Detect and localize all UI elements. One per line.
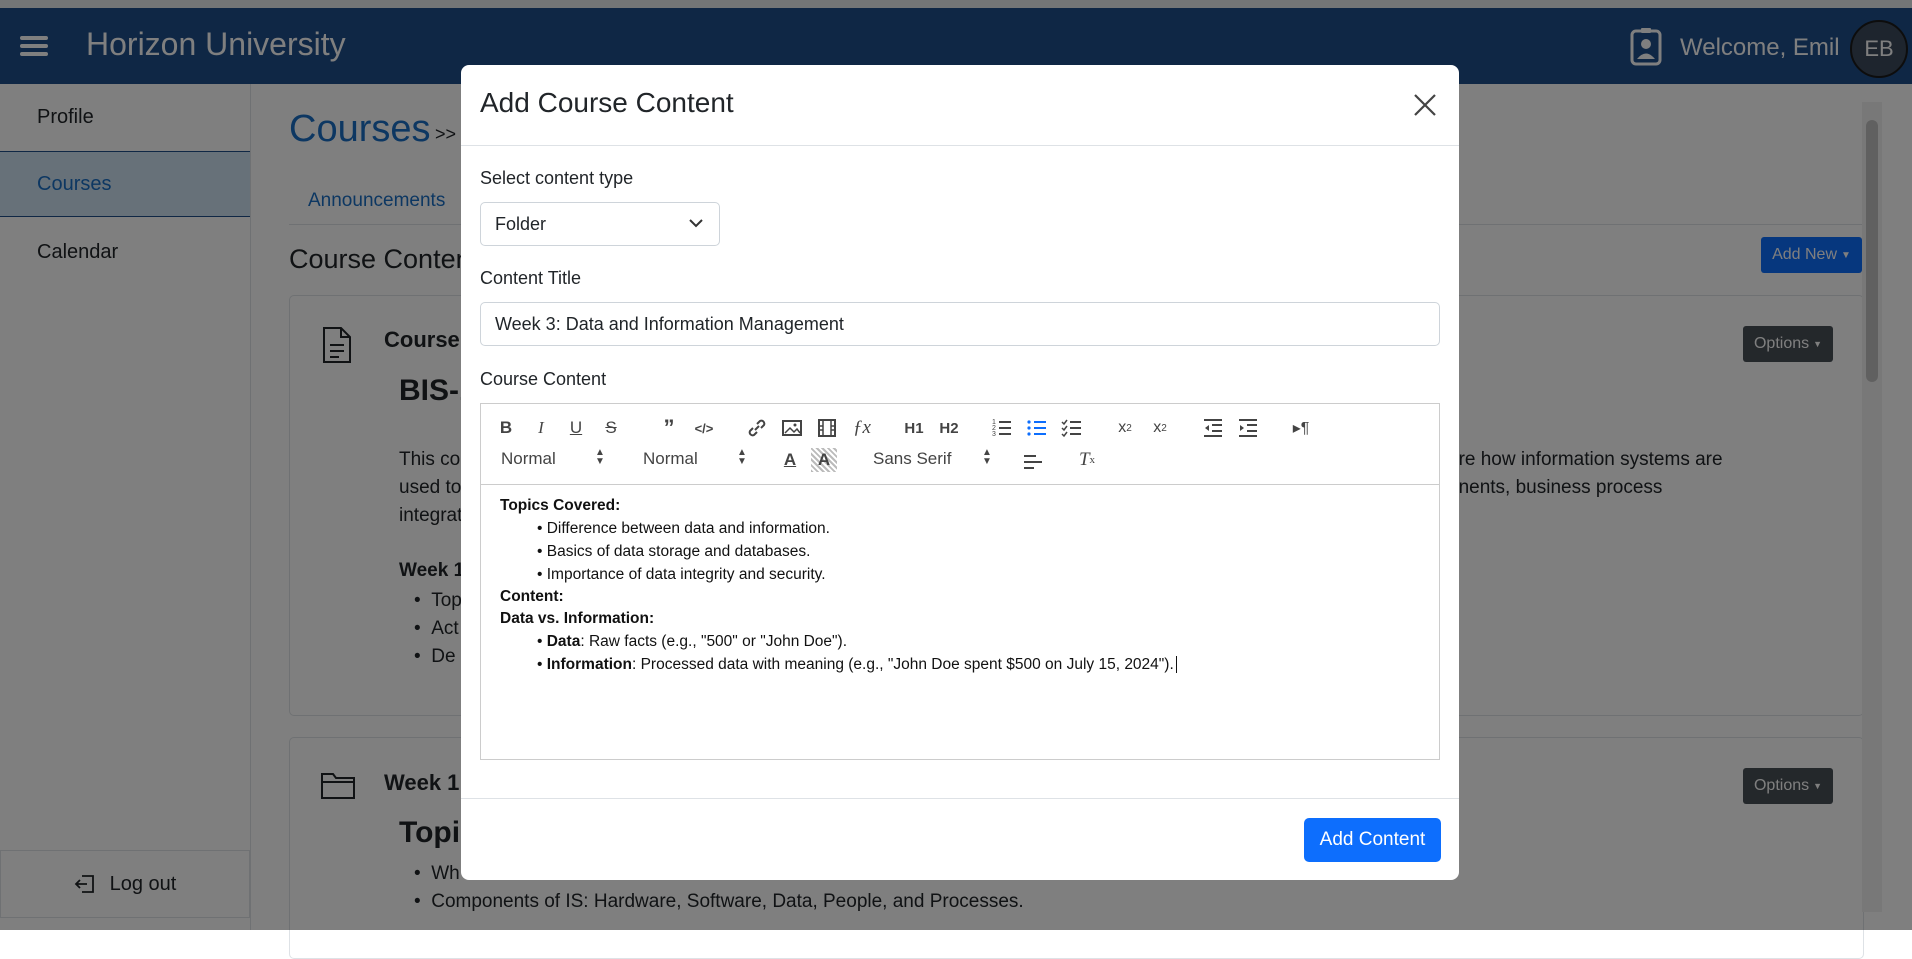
text-color-icon[interactable]: A: [777, 448, 803, 472]
bullet-list-icon[interactable]: [1024, 416, 1050, 440]
heading2-icon[interactable]: H2: [936, 416, 962, 440]
bold-icon[interactable]: B: [493, 416, 519, 440]
editor-toolbar: B I U S ” </> ƒx H1 H2 123 x2 x2 ▸¶ Norm…: [480, 403, 1440, 485]
background-color-icon[interactable]: A: [811, 448, 837, 472]
code-icon[interactable]: </>: [691, 416, 717, 440]
add-course-content-modal: Add Course Content Select content type F…: [461, 65, 1459, 880]
header-select[interactable]: Normal ▲ ▼: [501, 448, 605, 469]
list-item: • Difference between data and informatio…: [537, 520, 830, 537]
text-direction-icon[interactable]: ▸¶: [1288, 416, 1314, 440]
close-icon[interactable]: [1411, 91, 1439, 119]
rich-text-editor[interactable]: Topics Covered: • Difference between dat…: [480, 484, 1440, 760]
content-heading: Content:: [500, 588, 564, 605]
content-type-label: Select content type: [480, 168, 634, 188]
content-title-label: Content Title: [480, 268, 582, 288]
subscript-icon[interactable]: x2: [1112, 416, 1138, 440]
italic-icon[interactable]: I: [528, 416, 554, 440]
data-vs-info-heading: Data vs. Information:: [500, 610, 655, 627]
content-title-input[interactable]: [480, 302, 1440, 346]
checklist-icon[interactable]: [1059, 416, 1085, 440]
heading1-icon[interactable]: H1: [901, 416, 927, 440]
ordered-list-icon[interactable]: 123: [989, 416, 1015, 440]
modal-header-divider: [461, 145, 1459, 146]
text-cursor: [1175, 656, 1177, 674]
image-icon[interactable]: [779, 416, 805, 440]
course-content-label: Course Content: [480, 369, 607, 389]
underline-icon[interactable]: U: [563, 416, 589, 440]
video-icon[interactable]: [814, 416, 840, 440]
chevron-down-icon: [689, 219, 703, 228]
topics-heading: Topics Covered:: [500, 497, 621, 514]
outdent-icon[interactable]: [1200, 416, 1226, 440]
size-select[interactable]: Normal ▲ ▼: [643, 448, 747, 469]
formula-icon[interactable]: ƒx: [849, 416, 875, 440]
content-type-select[interactable]: Folder: [480, 202, 720, 246]
list-item: • Basics of data storage and databases.: [537, 543, 811, 560]
modal-title: Add Course Content: [480, 87, 734, 118]
content-type-value: Folder: [495, 213, 547, 234]
clear-format-icon[interactable]: Tx: [1074, 448, 1100, 472]
strikethrough-icon[interactable]: S: [598, 416, 624, 440]
font-select[interactable]: Sans Serif ▲ ▼: [873, 448, 992, 469]
indent-icon[interactable]: [1235, 416, 1261, 440]
list-item: • Importance of data integrity and secur…: [537, 566, 826, 583]
list-item: • Data: Raw facts (e.g., "500" or "John …: [537, 633, 848, 650]
add-content-button[interactable]: Add Content: [1304, 818, 1441, 862]
blockquote-icon[interactable]: ”: [656, 415, 682, 440]
superscript-icon[interactable]: x2: [1147, 416, 1173, 440]
svg-text:3: 3: [992, 431, 996, 438]
modal-footer-divider: [461, 798, 1459, 799]
list-item: • Information: Processed data with meani…: [537, 656, 1177, 674]
link-icon[interactable]: [744, 416, 770, 440]
align-left-icon[interactable]: [1020, 450, 1046, 474]
